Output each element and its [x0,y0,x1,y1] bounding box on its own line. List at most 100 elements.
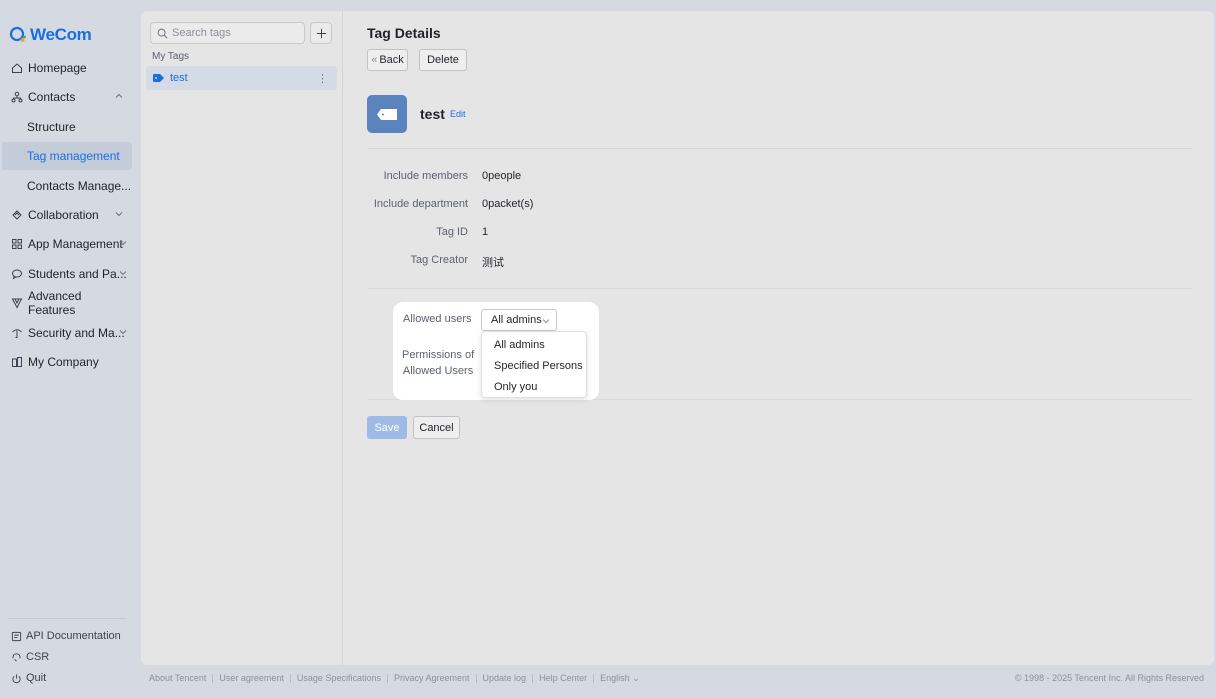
language-selector-label: English [600,672,630,683]
save-button[interactable]: Save [367,416,407,439]
wecom-logo-icon [9,26,26,42]
page-title: Tag Details [367,25,441,41]
nav-item-advanced-features[interactable]: Advanced Features [2,289,132,317]
footer-link-user-agreement[interactable]: User agreement [219,673,284,683]
collaboration-icon [10,208,24,222]
footer-separator [212,673,214,683]
tag-avatar [367,95,407,133]
tag-list-item[interactable]: test ⋮ [146,66,337,90]
tag-id-value: 1 [482,226,489,238]
back-button-label: Back [379,54,404,66]
document-icon [10,630,22,642]
footer-link-about-tencent[interactable]: About Tencent [149,673,206,683]
dropdown-option-all-admins[interactable]: All admins [482,334,586,355]
footer-link-usage-specifications[interactable]: Usage Specifications [297,673,381,683]
nav-item-contacts[interactable]: Contacts [2,83,132,111]
nav-item-label: Structure [27,120,76,134]
dropdown-option-specified-persons[interactable]: Specified Persons [482,355,586,376]
section-divider [367,288,1193,289]
nav-item-security[interactable]: Security and Ma... [2,319,132,347]
plus-icon [316,28,326,38]
chat-bubble-icon [10,267,24,281]
more-options-icon[interactable]: ⋮ [317,72,328,85]
main-card: My Tags test ⋮ Tag Details « Back Delete… [141,11,1214,665]
search-icon [157,28,168,38]
footer-separator [532,673,534,683]
delete-button[interactable]: Delete [419,49,467,71]
home-icon [10,61,24,75]
footer-separator [289,673,291,683]
nav-item-structure[interactable]: Structure [2,113,132,141]
nav-footer-csr[interactable]: CSR [10,648,49,666]
allowed-users-selected-value: All admins [491,314,542,326]
allowed-users-label: Allowed users [403,313,472,325]
contacts-icon [10,90,24,104]
nav-item-label: Tag management [27,149,120,163]
tag-creator-label: Tag Creator [410,254,468,266]
nav-item-homepage[interactable]: Homepage [2,54,132,82]
add-tag-button[interactable] [310,22,332,44]
permissions-of-allowed-users-label: Permissions of Allowed Users [402,347,474,379]
include-members-value: 0people [482,170,522,182]
app-grid-icon [10,237,24,251]
nav-footer-label: Quit [26,672,47,684]
chevron-down-icon [119,330,127,335]
include-department-label: Include department [373,198,468,210]
advanced-icon [10,296,24,310]
nav-item-label: Contacts [28,90,76,104]
power-icon [10,672,22,684]
nav-item-label: Security and Ma... [28,326,125,340]
delete-button-label: Delete [427,54,459,66]
nav-item-label: Collaboration [28,208,99,222]
nav-item-label: My Company [28,355,99,369]
wecom-logo[interactable]: WeCom [9,24,92,46]
chevron-down-icon: ⌄ [632,672,640,683]
permissions-label-line: Permissions of [402,349,475,361]
footer-separator [386,673,388,683]
sidebar: WeCom Homepage Contacts Structure Tag ma… [0,0,140,698]
search-input[interactable] [172,27,292,39]
permissions-section: Allowed users All admins Permissions of … [393,302,599,400]
security-icon [10,326,24,340]
chevron-down-icon [542,319,550,324]
chevron-down-icon [119,241,127,246]
footer-link-privacy-agreement[interactable]: Privacy Agreement [394,673,470,683]
nav-footer-quit[interactable]: Quit [10,669,46,687]
tag-id-label: Tag ID [436,226,468,238]
dropdown-option-only-you[interactable]: Only you [482,376,586,397]
permissions-label-line: Allowed Users [402,365,474,377]
chevron-down-icon [115,212,123,217]
nav-item-tag-management[interactable]: Tag management [2,142,132,170]
nav-item-label: App Management [28,237,123,251]
my-tags-heading: My Tags [152,51,190,62]
back-button[interactable]: « Back [367,49,408,71]
footer-link-help-center[interactable]: Help Center [539,673,587,683]
footer-link-update-log[interactable]: Update log [483,673,527,683]
sidebar-divider [8,618,126,619]
nav-item-label: Advanced Features [28,289,82,317]
include-members-label: Include members [383,170,468,182]
footer-separator [475,673,477,683]
tag-name: test [420,106,445,122]
include-department-value: 0packet(s) [482,198,534,210]
tag-icon [153,74,164,82]
nav-item-app-management[interactable]: App Management [2,230,132,258]
tag-creator-value: 测试 [482,256,504,269]
tag-icon [377,108,397,120]
nav-item-collaboration[interactable]: Collaboration [2,201,132,229]
nav-item-label: Students and Pa... [28,267,127,281]
nav-item-label: Contacts Manage... [27,179,132,193]
nav-footer-api-documentation[interactable]: API Documentation [10,627,121,645]
edit-tag-link[interactable]: Edit [450,109,466,119]
nav-footer-label: CSR [26,651,50,663]
language-selector[interactable]: English ⌄ [600,673,640,684]
footer-separator [593,673,595,683]
nav-item-my-company[interactable]: My Company [2,348,132,376]
search-box[interactable] [150,22,305,44]
tag-list-panel: My Tags test ⋮ [141,11,343,665]
allowed-users-select[interactable]: All admins [481,309,557,331]
nav-item-contacts-manage[interactable]: Contacts Manage... [2,172,132,200]
company-icon [10,355,24,369]
cancel-button[interactable]: Cancel [413,416,460,439]
nav-item-students-and-parents[interactable]: Students and Pa... [2,260,132,288]
